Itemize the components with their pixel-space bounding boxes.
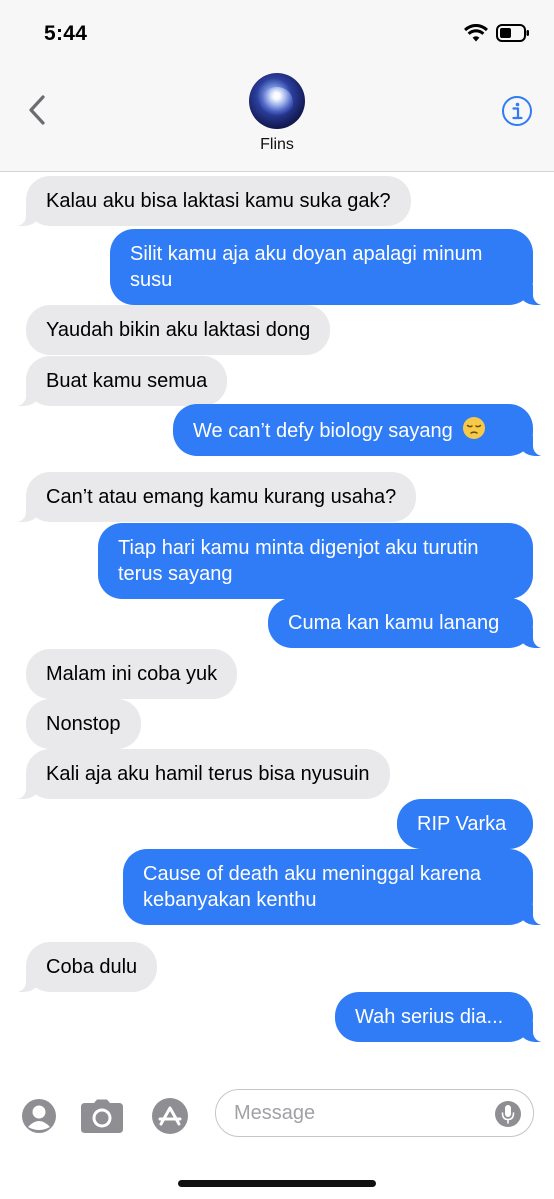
message-bubble-received[interactable]: Malam ini coba yuk	[26, 649, 238, 699]
message-text: Kalau aku bisa laktasi kamu suka gak?	[46, 190, 391, 212]
status-time: 5:44	[44, 22, 88, 45]
message-text: RIP Varka	[417, 813, 507, 835]
message-text: Nonstop	[46, 713, 121, 735]
message-bubble-sent[interactable]: RIP Varka	[397, 799, 533, 849]
camera-icon	[81, 1099, 123, 1133]
home-indicator	[178, 1180, 376, 1187]
back-button[interactable]	[20, 90, 54, 130]
message-text: terus sayang	[118, 563, 233, 585]
info-button[interactable]	[501, 95, 533, 127]
wifi-icon	[464, 24, 488, 42]
message-text: Coba dulu	[46, 956, 138, 978]
app-store-button[interactable]	[150, 1098, 190, 1134]
info-icon	[502, 96, 532, 126]
message-bubble-sent[interactable]: Silit kamu aja aku doyan apalagi minum s…	[110, 229, 545, 305]
message-bubble-sent[interactable]: Wah serius dia...	[335, 992, 545, 1042]
message-bubble-received[interactable]: Kalau aku bisa laktasi kamu suka gak?	[14, 176, 411, 226]
message-bubble-received[interactable]: Nonstop	[26, 699, 141, 749]
chevron-left-icon	[29, 95, 45, 125]
contact-name[interactable]: Flins	[0, 136, 554, 154]
message-bubble-received[interactable]: Yaudah bikin aku laktasi dong	[26, 305, 331, 355]
message-text: Malam ini coba yuk	[46, 663, 218, 685]
battery-icon	[496, 24, 530, 42]
memoji-button[interactable]	[20, 1098, 58, 1134]
memoji-icon	[22, 1099, 56, 1133]
pensive-face-icon	[463, 417, 486, 439]
camera-button[interactable]	[80, 1098, 124, 1134]
status-icons	[464, 22, 530, 44]
message-text: Tiap hari kamu minta digenjot aku turuti…	[118, 537, 479, 559]
message-text: Buat kamu semua	[46, 370, 208, 392]
app-store-icon	[152, 1098, 188, 1134]
navigation-header: 5:44 Flins	[0, 0, 554, 172]
message-text: We can’t defy biology sayang	[193, 420, 453, 442]
message-input[interactable]	[234, 1100, 484, 1126]
message-bubble-received[interactable]: Can’t atau emang kamu kurang usaha?	[13, 472, 417, 522]
message-text: Can’t atau emang kamu kurang usaha?	[46, 486, 397, 508]
message-text: Cuma kan kamu lanang	[288, 612, 500, 634]
message-text: Yaudah bikin aku laktasi dong	[46, 319, 311, 341]
message-text: Silit kamu aja aku doyan apalagi minum	[130, 243, 483, 265]
message-text: Wah serius dia...	[355, 1006, 504, 1028]
message-text: Cause of death aku meninggal karena	[143, 863, 482, 885]
dictation-button[interactable]	[495, 1100, 521, 1128]
message-text: Kali aja aku hamil terus bisa nyusuin	[46, 763, 370, 785]
message-bubble-sent[interactable]: Cuma kan kamu lanang	[268, 598, 545, 648]
message-bubble-received[interactable]: Buat kamu semua	[13, 356, 228, 406]
message-bubble-sent[interactable]: Tiap hari kamu minta digenjot aku turuti…	[98, 523, 533, 599]
microphone-icon	[495, 1101, 521, 1127]
message-thread[interactable]: Kalau aku bisa laktasi kamu suka gak? Si…	[0, 172, 554, 1078]
message-bubble-sent[interactable]: We can’t defy biology sayang	[173, 404, 545, 456]
message-bubble-received[interactable]: Coba dulu	[13, 942, 158, 992]
message-text: susu	[130, 269, 173, 291]
message-input-container[interactable]	[215, 1089, 534, 1137]
message-text: kebanyakan kenthu	[143, 889, 317, 911]
message-bubble-received[interactable]: Kali aja aku hamil terus bisa nyusuin	[14, 749, 390, 799]
message-bubble-sent[interactable]: Cause of death aku meninggal karena keba…	[123, 849, 545, 925]
contact-avatar[interactable]	[249, 73, 305, 129]
